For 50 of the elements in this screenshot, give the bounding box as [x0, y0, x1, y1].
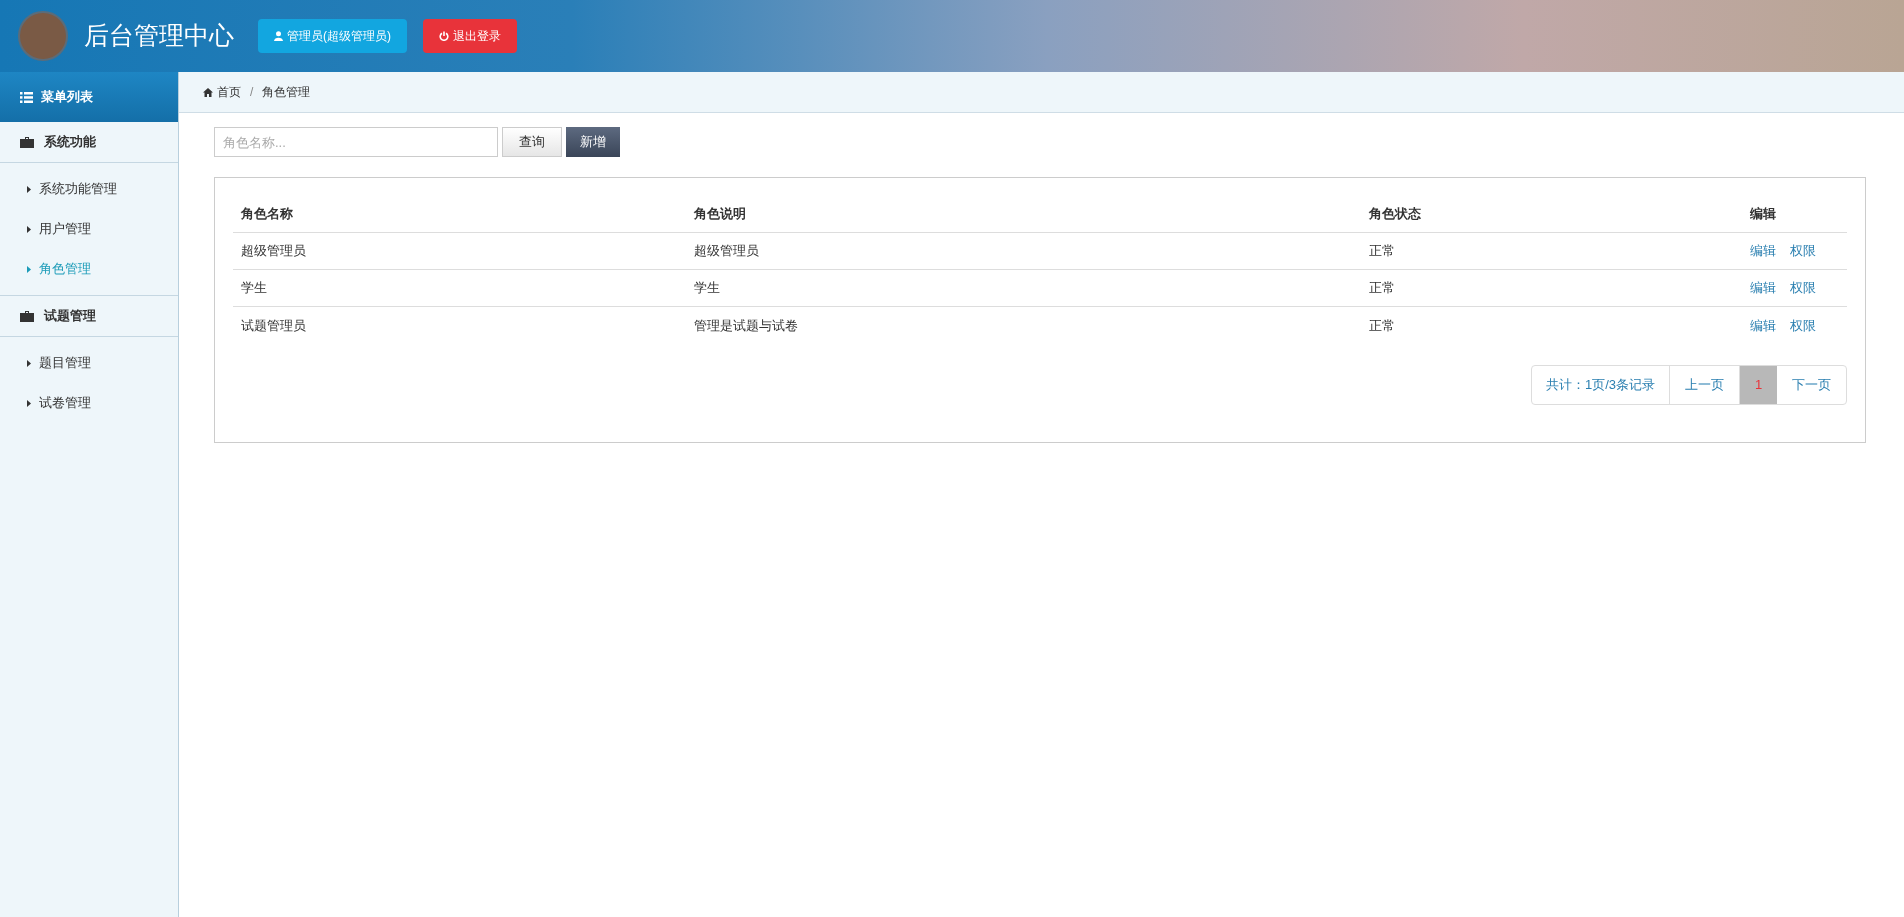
power-icon [439, 31, 449, 41]
action-link[interactable]: 权限 [1790, 278, 1816, 298]
menu-item[interactable]: 用户管理 [0, 209, 178, 249]
search-field[interactable]: 角色名称... [214, 127, 498, 157]
menu-item[interactable]: 试卷管理 [0, 383, 178, 423]
caret-icon [27, 265, 31, 273]
table-cell-text: 学生 [693, 279, 721, 298]
query-button[interactable]: 查询 [502, 127, 562, 157]
briefcase-icon [20, 136, 34, 148]
table-cell-text: 正常 [1368, 242, 1396, 261]
breadcrumb-link[interactable]: 首页 [203, 83, 241, 101]
action-link[interactable]: 编辑 [1750, 315, 1776, 336]
column-header: 编辑 [1749, 205, 1777, 224]
column-header: 角色状态 [1368, 205, 1422, 224]
table-cell-text: 管理是试题与试卷 [693, 316, 799, 335]
table-cell-text: 试题管理员 [240, 316, 307, 335]
caret-icon [27, 399, 31, 407]
action-link[interactable]: 编辑 [1750, 278, 1776, 298]
column-header: 角色说明 [693, 205, 747, 224]
menu-item[interactable]: 系统功能管理 [0, 169, 178, 209]
menu-group[interactable]: 试题管理 [0, 296, 178, 337]
action-link[interactable]: 权限 [1790, 241, 1816, 261]
avatar [18, 11, 68, 61]
table-cell-text: 正常 [1368, 279, 1396, 298]
menu-group[interactable]: 系统功能 [0, 122, 178, 163]
pagination-summary: 共计：1页/3条记录 [1531, 366, 1670, 404]
menu-item[interactable]: 角色管理 [0, 249, 178, 289]
breadcrumb-link[interactable]: 角色管理 [262, 83, 311, 101]
table-cell-text: 超级管理员 [693, 242, 760, 261]
caret-icon [27, 225, 31, 233]
home-icon [203, 87, 213, 97]
logout-button[interactable]: 退出登录 [423, 19, 517, 53]
breadcrumb-separator: / [250, 84, 254, 101]
user-button[interactable]: 管理员(超级管理员) [258, 19, 407, 53]
table-cell-text: 超级管理员 [240, 242, 307, 261]
action-link[interactable]: 权限 [1790, 315, 1816, 336]
column-header: 角色名称 [240, 205, 294, 224]
table-cell-text: 学生 [240, 279, 268, 298]
list-icon [20, 91, 33, 103]
caret-icon [27, 359, 31, 367]
action-link[interactable]: 编辑 [1750, 241, 1776, 261]
app-title: 后台管理中心 [84, 20, 234, 52]
sidebar-header: 菜单列表 [0, 72, 178, 122]
menu-item[interactable]: 题目管理 [0, 343, 178, 383]
caret-icon [27, 185, 31, 193]
add-button[interactable]: 新增 [566, 127, 620, 157]
user-icon [274, 31, 283, 41]
table-cell-text: 正常 [1368, 316, 1396, 335]
next-page-link[interactable]: 下一页 [1777, 366, 1846, 404]
briefcase-icon [20, 310, 34, 322]
